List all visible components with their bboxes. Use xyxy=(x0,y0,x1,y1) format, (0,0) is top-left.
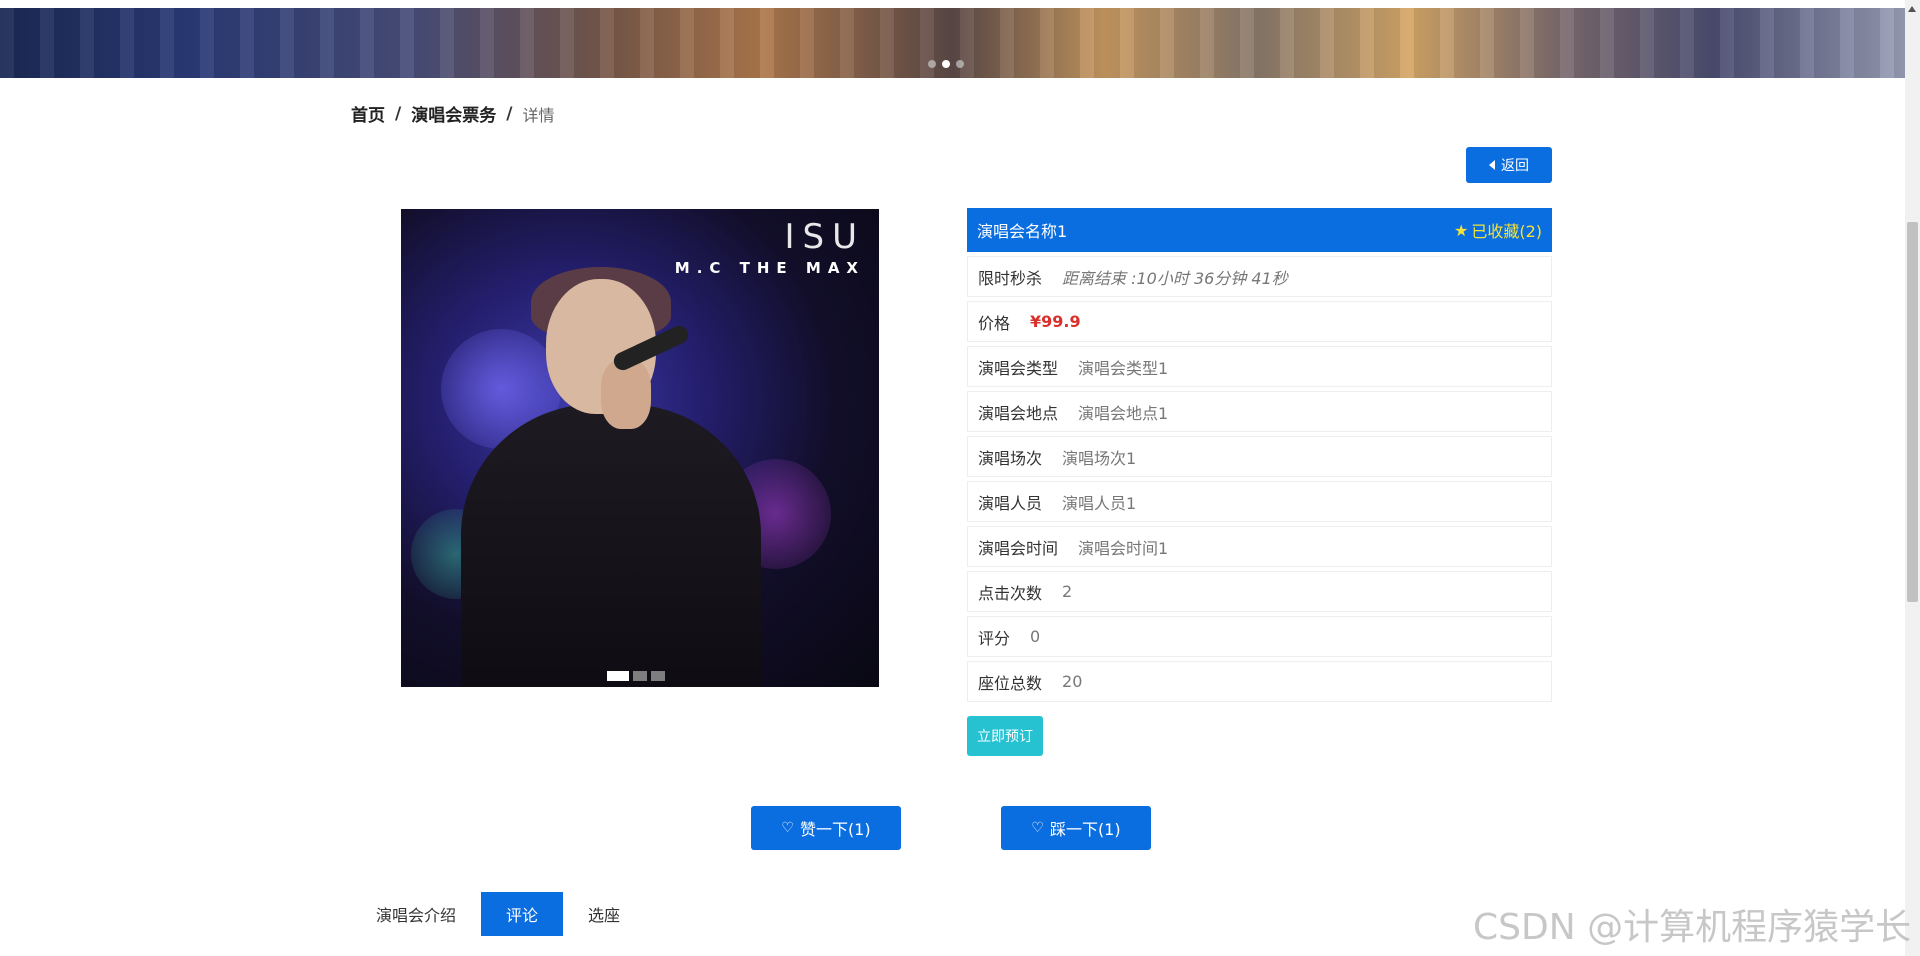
page-scrollbar[interactable] xyxy=(1905,0,1920,956)
poster-logo-text: ISU xyxy=(784,217,865,257)
caret-left-icon xyxy=(1489,160,1495,170)
concert-poster-image: ISU M.C THE MAX xyxy=(401,209,879,687)
row-value: 0 xyxy=(1030,627,1041,646)
row-label: 演唱人员 xyxy=(978,493,1043,513)
watermark: CSDN @计算机程序猿学长 xyxy=(1473,907,1912,948)
tab-comments[interactable]: 评论 xyxy=(481,892,564,936)
like-label: 赞一下(1) xyxy=(799,820,871,839)
star-icon: ★ xyxy=(1453,220,1469,240)
scroll-up-arrow-icon[interactable] xyxy=(1908,6,1916,12)
row-label: 演唱会地点 xyxy=(978,403,1059,423)
countdown-value: 距离结束 :10小时 36分钟 41秒 xyxy=(1062,268,1288,288)
breadcrumb-separator: / xyxy=(506,103,513,124)
breadcrumb: 首页 / 演唱会票务 / 详情 xyxy=(351,101,555,127)
detail-row-type: 演唱会类型 演唱会类型1 xyxy=(967,346,1552,387)
thumbs-up-icon: ♡ xyxy=(781,820,794,836)
price-value: ¥99.9 xyxy=(1030,312,1081,331)
banner-indicators xyxy=(928,60,964,68)
back-button[interactable]: 返回 xyxy=(1466,147,1552,183)
favorite-toggle[interactable]: ★ 已收藏(2) xyxy=(1454,218,1542,242)
tab-introduction[interactable]: 演唱会介绍 xyxy=(351,892,481,936)
top-banner-carousel[interactable] xyxy=(0,8,1905,78)
banner-indicator[interactable] xyxy=(928,60,936,68)
row-label: 演唱场次 xyxy=(978,448,1043,468)
detail-row-price: 价格 ¥99.9 xyxy=(967,301,1552,342)
banner-indicator-active[interactable] xyxy=(942,60,950,68)
row-value: 2 xyxy=(1062,582,1073,601)
detail-header: 演唱会名称1 ★ 已收藏(2) xyxy=(967,208,1552,252)
image-indicator-active[interactable] xyxy=(607,671,629,681)
detail-row-flash-sale: 限时秒杀 距离结束 :10小时 36分钟 41秒 xyxy=(967,256,1552,297)
detail-row-performers: 演唱人员 演唱人员1 xyxy=(967,481,1552,522)
book-now-button[interactable]: 立即预订 xyxy=(967,716,1043,756)
tab-seat-selection[interactable]: 选座 xyxy=(563,892,645,936)
poster-subtitle-text: M.C THE MAX xyxy=(674,259,865,277)
image-indicator[interactable] xyxy=(633,671,647,681)
detail-row-venue: 演唱会地点 演唱会地点1 xyxy=(967,391,1552,432)
row-label: 演唱会时间 xyxy=(978,538,1059,558)
scrollbar-thumb[interactable] xyxy=(1907,222,1918,602)
like-button[interactable]: ♡ 赞一下(1) xyxy=(751,806,901,850)
row-value: 演唱会时间1 xyxy=(1078,538,1169,558)
thumbs-down-icon: ♡ xyxy=(1031,820,1044,836)
breadcrumb-separator: / xyxy=(395,103,402,124)
back-button-label: 返回 xyxy=(1501,158,1529,174)
row-label: 限时秒杀 xyxy=(978,268,1043,288)
favorite-label: 已收藏(2) xyxy=(1471,222,1542,241)
row-label: 评分 xyxy=(978,628,1011,648)
breadcrumb-current: 详情 xyxy=(522,105,555,125)
breadcrumb-home-link[interactable]: 首页 xyxy=(351,101,385,126)
image-indicator[interactable] xyxy=(651,671,665,681)
row-label: 座位总数 xyxy=(978,673,1043,693)
detail-row-clicks: 点击次数 2 xyxy=(967,571,1552,612)
row-label: 点击次数 xyxy=(978,583,1043,603)
row-value: 演唱场次1 xyxy=(1062,448,1137,468)
detail-tabs: 演唱会介绍 评论 选座 xyxy=(351,892,645,936)
detail-row-session: 演唱场次 演唱场次1 xyxy=(967,436,1552,477)
concert-detail-panel: 演唱会名称1 ★ 已收藏(2) 限时秒杀 距离结束 :10小时 36分钟 41秒… xyxy=(967,208,1552,702)
row-label: 价格 xyxy=(978,313,1011,333)
row-value: 演唱会类型1 xyxy=(1078,358,1169,378)
dislike-button[interactable]: ♡ 踩一下(1) xyxy=(1001,806,1151,850)
breadcrumb-section-link[interactable]: 演唱会票务 xyxy=(411,101,496,126)
row-value: 演唱人员1 xyxy=(1062,493,1137,513)
banner-indicator[interactable] xyxy=(956,60,964,68)
singer-figure xyxy=(461,404,761,687)
image-carousel-indicators xyxy=(607,671,665,681)
row-value: 演唱会地点1 xyxy=(1078,403,1169,423)
dislike-label: 踩一下(1) xyxy=(1049,820,1121,839)
detail-row-time: 演唱会时间 演唱会时间1 xyxy=(967,526,1552,567)
row-label: 演唱会类型 xyxy=(978,358,1059,378)
detail-row-seats: 座位总数 20 xyxy=(967,661,1552,702)
row-value: 20 xyxy=(1062,672,1083,691)
concert-title: 演唱会名称1 xyxy=(977,222,1068,241)
detail-row-rating: 评分 0 xyxy=(967,616,1552,657)
